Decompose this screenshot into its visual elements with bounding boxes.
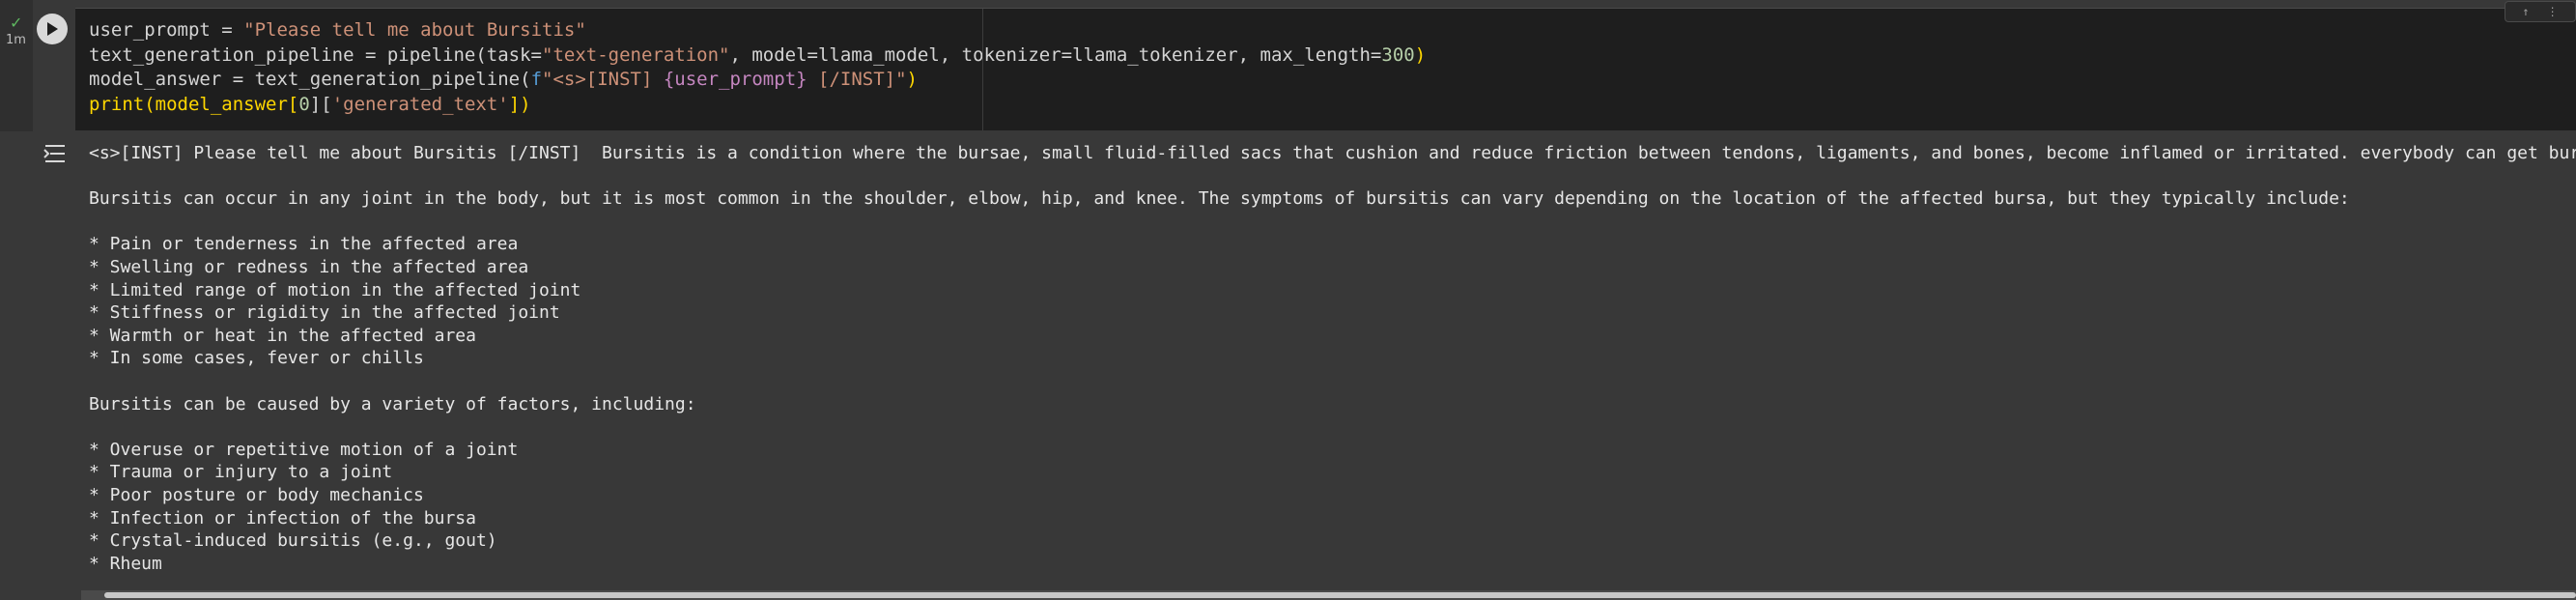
code-number: 0 — [298, 93, 310, 115]
code-fstring-prefix: f — [530, 69, 543, 90]
code-paren: ) — [906, 69, 918, 90]
code-line-2: text_generation_pipeline = pipeline(task… — [89, 43, 1426, 69]
code-string: "<s>[INST] — [542, 69, 664, 90]
code-line-1: user_prompt = "Please tell me about Burs… — [89, 18, 1426, 43]
code-token: model_answer = text_generation_pipeline( — [89, 69, 531, 90]
code-token: print(model_answer[ — [89, 93, 299, 115]
output-line: * In some cases, fever or chills — [89, 348, 424, 369]
run-cell-button[interactable] — [37, 14, 68, 44]
output-line: * Limited range of motion in the affecte… — [89, 279, 581, 300]
output-line: * Swelling or redness in the affected ar… — [89, 256, 529, 277]
cell-toolbar[interactable]: ↑ ⋮ — [2505, 1, 2576, 22]
code-paren: ) — [1414, 43, 1427, 66]
output-line: Bursitis can be caused by a variety of f… — [89, 393, 696, 414]
output-line: * Crystal-induced bursitis (e.g., gout) — [89, 530, 497, 552]
code-token: user_prompt = — [89, 19, 244, 41]
output-text: <s>[INST] Please tell me about Bursitis … — [89, 142, 2576, 575]
output-line: * Warmth or heat in the affected area — [89, 325, 476, 346]
code-string: [/INST]" — [807, 69, 907, 90]
play-icon — [47, 22, 58, 36]
code-number: 300 — [1381, 43, 1415, 66]
more-options-icon[interactable]: ⋮ — [2547, 5, 2559, 18]
editor-ruler — [982, 9, 983, 130]
code-lines: user_prompt = "Please tell me about Burs… — [89, 18, 1426, 117]
code-string: 'generated_text' — [331, 93, 509, 115]
scrollbar-thumb[interactable] — [104, 592, 2576, 598]
output-line: * Rheum — [89, 553, 162, 574]
code-interpolation: {user_prompt} — [663, 69, 807, 90]
output-options-icon[interactable] — [42, 142, 70, 167]
code-editor[interactable]: user_prompt = "Please tell me about Burs… — [75, 1, 2576, 130]
code-string: "Please tell me about Bursitis" — [243, 19, 586, 41]
check-icon: ✓ — [10, 14, 23, 32]
cell-output: <s>[INST] Please tell me about Bursitis … — [0, 131, 2576, 600]
execution-time: 1m — [6, 33, 26, 47]
arrow-up-icon[interactable]: ↑ — [2522, 5, 2529, 18]
output-line: <s>[INST] Please tell me about Bursitis … — [89, 143, 2576, 163]
horizontal-scrollbar[interactable] — [81, 590, 2576, 600]
code-paren: ]) — [508, 93, 531, 115]
code-line-4: print(model_answer[0]['generated_text']) — [89, 93, 1426, 118]
code-token: , model=llama_model, tokenizer=llama_tok… — [729, 43, 1382, 66]
output-line: * Overuse or repetitive motion of a join… — [89, 439, 519, 460]
output-line: * Trauma or injury to a joint — [89, 462, 393, 483]
code-string: "text-generation" — [542, 43, 730, 66]
code-token: text_generation_pipeline = pipeline(task… — [89, 43, 542, 66]
code-line-3: model_answer = text_generation_pipeline(… — [89, 68, 1426, 93]
notebook: ✓ 1m user_prompt = "Please tell me about… — [0, 0, 2576, 600]
output-line: * Poor posture or body mechanics — [89, 484, 424, 505]
output-line: * Pain or tenderness in the affected are… — [89, 234, 519, 255]
output-line: * Infection or infection of the bursa — [89, 507, 476, 529]
output-line: * Stiffness or rigidity in the affected … — [89, 302, 560, 324]
code-token: ][ — [309, 93, 332, 115]
output-line: Bursitis can occur in any joint in the b… — [89, 188, 2350, 210]
